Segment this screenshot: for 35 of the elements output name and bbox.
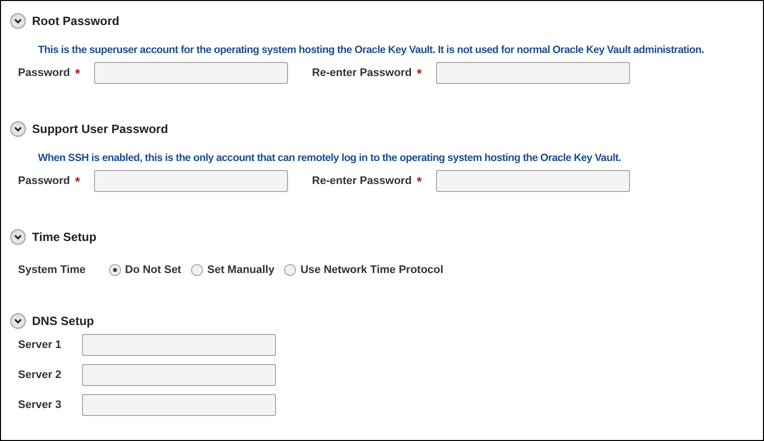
field-label: Re-enter Password <box>312 67 412 79</box>
server-field[interactable] <box>82 394 276 416</box>
required-mark: * <box>74 174 80 188</box>
radio-label[interactable]: Use Network Time Protocol <box>300 264 444 276</box>
collapse-toggle-icon[interactable] <box>10 13 26 29</box>
radio-button[interactable] <box>191 264 204 276</box>
field-label: Server 1 <box>18 339 62 351</box>
field-label: Password <box>18 67 70 79</box>
radio-button[interactable] <box>109 264 121 276</box>
section-description: When SSH is enabled, this is the only account that can remotely log in to the operating system hosting the Oracle Key Vault. <box>38 152 622 164</box>
section-title: DNS Setup <box>32 314 94 328</box>
radio-button[interactable] <box>284 264 296 276</box>
required-mark: * <box>74 66 80 80</box>
password-field[interactable] <box>436 62 630 84</box>
password-field[interactable] <box>94 170 288 192</box>
password-field[interactable] <box>94 62 288 84</box>
collapse-toggle-icon[interactable] <box>10 229 26 245</box>
section-title: Support User Password <box>32 122 168 136</box>
server-field[interactable] <box>82 334 276 356</box>
field-label: System Time <box>18 264 87 276</box>
section-title: Time Setup <box>32 230 96 244</box>
required-mark: * <box>416 174 422 188</box>
section-title: Root Password <box>32 14 120 28</box>
field-label: Server 2 <box>18 369 62 381</box>
required-mark: * <box>416 66 422 80</box>
field-label: Server 3 <box>18 399 62 411</box>
field-label: Re-enter Password <box>312 175 412 187</box>
radio-label[interactable]: Set Manually <box>207 264 274 276</box>
password-field[interactable] <box>436 170 630 192</box>
radio-label[interactable]: Do Not Set <box>125 264 182 276</box>
collapse-toggle-icon[interactable] <box>10 121 26 137</box>
collapse-toggle-icon[interactable] <box>10 313 26 329</box>
server-field[interactable] <box>82 364 276 386</box>
field-label: Password <box>18 175 70 187</box>
section-description: This is the superuser account for the operating system hosting the Oracle Key Vault. It is not used for normal Oracle Key Vault administration. <box>38 44 706 56</box>
